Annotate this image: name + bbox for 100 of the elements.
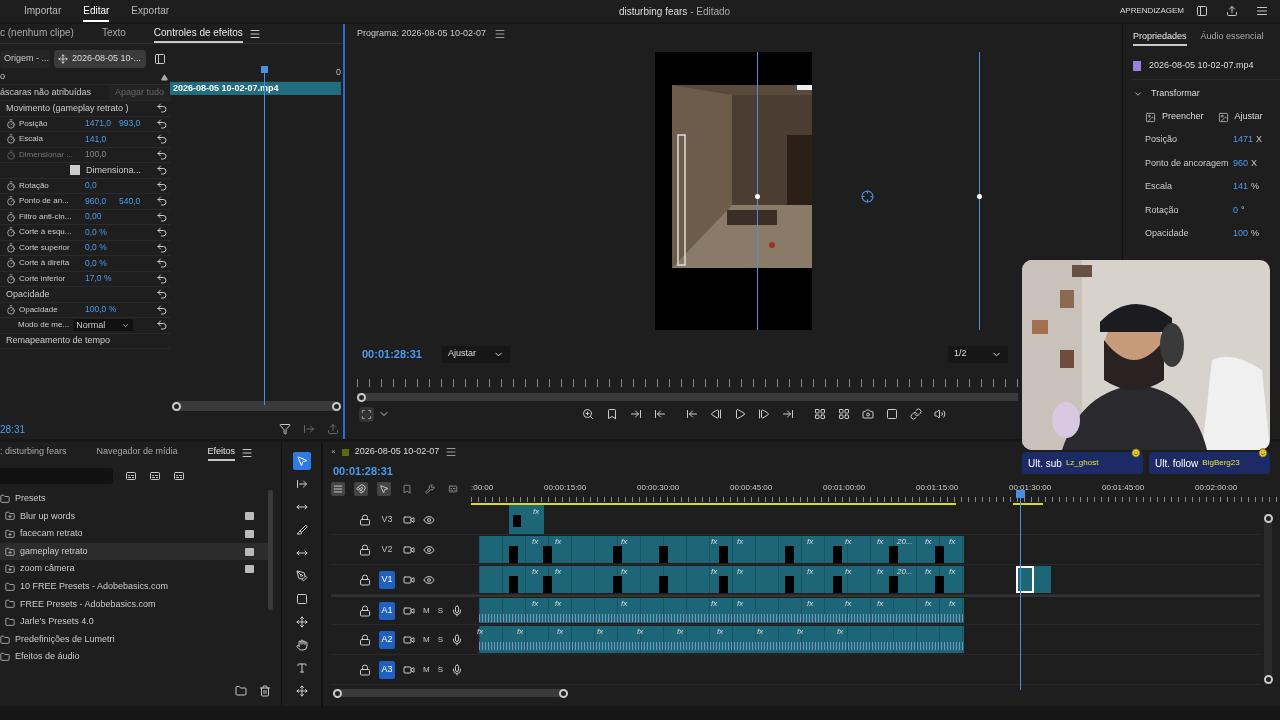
- track-name[interactable]: V2: [379, 540, 395, 559]
- close-button[interactable]: ×: [331, 446, 336, 458]
- stopwatch-icon[interactable]: [6, 258, 16, 269]
- time-ruler[interactable]: :00:00 00:00:15:00 00:00:30:00 00:00:45:00 00:01:00:00 00:01:15:00 00:01:30:00 00:01:45:00 00:02:00:00: [471, 480, 1280, 497]
- timeline-toggle[interactable]: [331, 481, 345, 496]
- param-value[interactable]: 993,0: [119, 117, 153, 131]
- sync-icon[interactable]: [403, 633, 415, 646]
- effect-list-item[interactable]: Presets: [0, 490, 268, 508]
- anchor-handle[interactable]: [755, 194, 760, 199]
- sequence-title[interactable]: 2026-08-05 10-02-07: [354, 445, 440, 459]
- reset-icon[interactable]: [156, 288, 168, 301]
- timeline-toggle[interactable]: [423, 481, 437, 496]
- stopwatch-icon[interactable]: [6, 242, 16, 253]
- timecode[interactable]: 00:01:28:31: [333, 462, 393, 480]
- selected-clip[interactable]: [1016, 566, 1051, 593]
- audio-clips[interactable]: [479, 598, 964, 623]
- eye-icon[interactable]: [423, 543, 435, 556]
- panel-tab[interactable]: Navegador de mídia: [96, 445, 178, 461]
- microphone-icon[interactable]: [451, 633, 463, 646]
- panel-title[interactable]: Programa: 2026-08-05 10-02-07: [357, 27, 487, 41]
- param-value[interactable]: 100,0 %: [85, 303, 119, 317]
- collapse-icon[interactable]: [161, 73, 168, 81]
- anchor-handle[interactable]: [977, 194, 982, 199]
- stopwatch-icon[interactable]: [6, 134, 16, 145]
- safe-margins-button[interactable]: [359, 406, 374, 422]
- effect-list-item[interactable]: Blur up words: [0, 507, 268, 526]
- reset-icon[interactable]: [156, 102, 168, 115]
- learn-button[interactable]: APRENDIZAGEM: [1120, 5, 1184, 17]
- step-forward-icon[interactable]: [758, 408, 770, 420]
- param-value[interactable]: 1471,0: [85, 117, 119, 131]
- reset-icon[interactable]: [156, 319, 168, 332]
- effect-list-item[interactable]: zoom câmera: [0, 560, 268, 578]
- panel-tab[interactable]: Texto: [101, 24, 126, 43]
- stopwatch-icon[interactable]: [6, 196, 16, 207]
- scrollbar[interactable]: [172, 401, 341, 411]
- menu-icon[interactable]: [494, 28, 507, 40]
- zoom-icon[interactable]: [582, 408, 594, 420]
- go-to-out-icon[interactable]: [782, 408, 794, 420]
- trash-icon[interactable]: [259, 685, 271, 697]
- reset-icon[interactable]: [156, 195, 168, 208]
- lock-icon[interactable]: [359, 663, 371, 676]
- clip-dropdown[interactable]: 2026-08-05 10-...: [54, 50, 146, 68]
- mute-button[interactable]: M: [423, 604, 430, 617]
- scrollbar[interactable]: [333, 689, 568, 697]
- effect-list-item[interactable]: facecam retrato: [0, 525, 268, 543]
- reset-icon[interactable]: [156, 164, 168, 177]
- video-clips[interactable]: [479, 536, 964, 563]
- track-name[interactable]: V3: [379, 510, 395, 529]
- param-value[interactable]: 141,0: [85, 132, 119, 146]
- mute-button[interactable]: M: [423, 633, 430, 646]
- folder-icon[interactable]: [235, 685, 247, 697]
- fit-button[interactable]: Ajustar: [1234, 110, 1263, 124]
- video-icon[interactable]: [403, 573, 415, 586]
- workspace-tab[interactable]: Exportar: [131, 0, 170, 22]
- panel-tab[interactable]: Propriedades: [1133, 30, 1187, 46]
- eye-icon[interactable]: [423, 573, 435, 586]
- chevron-down-icon[interactable]: [1133, 89, 1143, 99]
- menu-icon[interactable]: [445, 446, 458, 458]
- menu-icon[interactable]: [1256, 5, 1268, 17]
- lock-icon[interactable]: [359, 633, 371, 646]
- property-value[interactable]: 100: [1233, 227, 1249, 241]
- source-dropdown[interactable]: Origem - ...: [0, 50, 50, 68]
- param-value[interactable]: 0,0: [85, 179, 119, 193]
- vertical-scrollbar[interactable]: [1264, 514, 1272, 684]
- video-clips[interactable]: [479, 566, 964, 593]
- scrollbar[interactable]: [357, 393, 1018, 401]
- effect-group-label[interactable]: Opacidade: [0, 287, 50, 301]
- go-to-in-icon[interactable]: [686, 408, 698, 420]
- filter-icon[interactable]: [279, 423, 291, 435]
- effect-group-label[interactable]: Remapeamento de tempo: [0, 334, 111, 348]
- reset-icon[interactable]: [156, 179, 168, 192]
- track-name[interactable]: A1: [379, 601, 395, 620]
- checkbox[interactable]: [70, 165, 80, 176]
- panel-icon[interactable]: [1196, 5, 1208, 17]
- menu-icon[interactable]: [248, 27, 261, 40]
- camera-icon[interactable]: [862, 408, 874, 420]
- anchor-point-icon[interactable]: [861, 190, 874, 203]
- reset-icon[interactable]: [156, 210, 168, 223]
- microphone-icon[interactable]: [451, 663, 463, 676]
- lock-icon[interactable]: [359, 543, 371, 556]
- stopwatch-icon[interactable]: [6, 180, 16, 191]
- stopwatch-icon[interactable]: [6, 227, 16, 238]
- param-value[interactable]: 0,0 %: [85, 256, 119, 270]
- track-name[interactable]: V1: [379, 570, 395, 589]
- property-value[interactable]: 0: [1233, 203, 1238, 217]
- stopwatch-icon[interactable]: [6, 211, 16, 222]
- reset-icon[interactable]: [156, 226, 168, 239]
- timecode[interactable]: 28:31: [0, 421, 26, 437]
- lock-icon[interactable]: [359, 573, 371, 586]
- property-value[interactable]: 1471: [1233, 133, 1254, 147]
- video-icon[interactable]: [403, 543, 415, 556]
- link-icon[interactable]: [910, 408, 922, 420]
- lock-icon[interactable]: [359, 513, 371, 526]
- property-value[interactable]: 141: [1233, 180, 1249, 194]
- effect-list-item[interactable]: gameplay retrato: [0, 542, 268, 561]
- microphone-icon[interactable]: [451, 604, 463, 617]
- effect-list-item[interactable]: Predefinições de Lumetri: [0, 630, 268, 649]
- track-name[interactable]: A2: [379, 630, 395, 649]
- panel-tab[interactable]: Áudio essencial: [1200, 30, 1264, 46]
- stopwatch-icon[interactable]: [6, 304, 16, 315]
